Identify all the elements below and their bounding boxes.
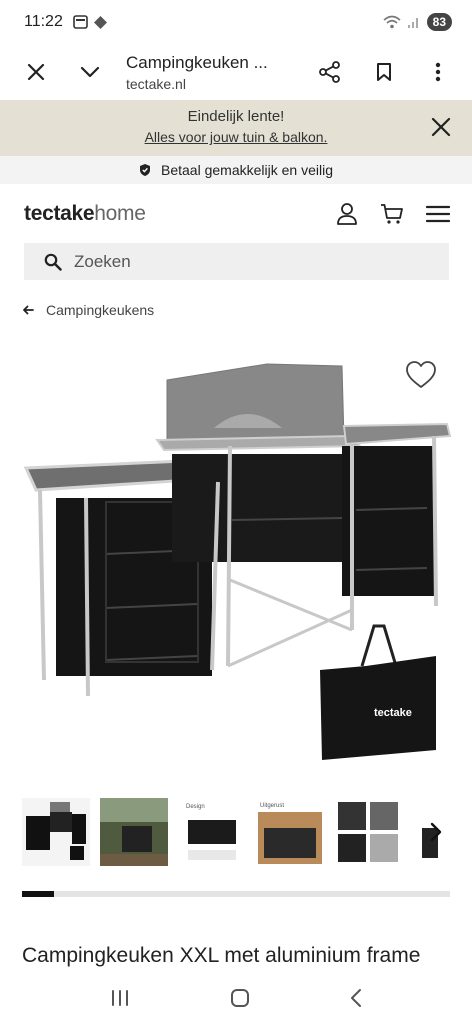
close-icon <box>431 117 451 137</box>
thumbnail[interactable]: Uitgerust <box>256 798 324 866</box>
chevron-right-icon <box>430 822 442 842</box>
home-icon[interactable] <box>229 987 251 1009</box>
thumbnail[interactable] <box>100 798 168 866</box>
breadcrumb[interactable]: Campingkeukens <box>22 302 154 318</box>
secure-payment-banner: Betaal gemakkelijk en veilig <box>0 156 472 184</box>
gallery-progress <box>22 891 450 897</box>
minimize-button[interactable] <box>72 54 108 90</box>
bag-brand-label: tectake <box>374 707 412 719</box>
breadcrumb-label: Campingkeukens <box>46 302 155 318</box>
account-icon[interactable] <box>336 202 358 226</box>
gallery-progress-fill <box>22 891 55 897</box>
gallery-icon <box>73 15 88 29</box>
battery-indicator: 83 <box>426 13 452 31</box>
thumbnail-label: Design <box>186 804 205 810</box>
wishlist-button[interactable] <box>405 360 437 390</box>
promo-title: Eindelijk lente! <box>187 108 285 125</box>
thumbnail-gallery: Design Uitgerust <box>22 798 452 868</box>
back-icon[interactable] <box>349 988 363 1008</box>
promo-banner: Eindelijk lente! Alles voor jouw tuin & … <box>0 100 472 156</box>
bookmark-button[interactable] <box>366 54 402 90</box>
browser-toolbar: Campingkeuken ... tectake.nl <box>0 44 472 100</box>
logo-bold: tectake <box>24 202 95 225</box>
close-tab-button[interactable] <box>18 54 54 90</box>
bookmark-icon <box>377 63 391 81</box>
status-bar: 11:22 83 <box>0 0 472 44</box>
thumbnail[interactable]: Design <box>178 798 246 866</box>
more-options-button[interactable] <box>420 54 456 90</box>
cart-icon[interactable] <box>380 203 404 225</box>
share-icon <box>319 61 340 83</box>
page-title: Campingkeuken ... <box>126 52 268 72</box>
product-image[interactable]: tectake <box>22 350 452 770</box>
search-icon <box>44 253 62 271</box>
app-notification-icon <box>93 15 107 29</box>
search-input[interactable] <box>74 251 394 272</box>
promo-close-button[interactable] <box>428 114 454 140</box>
status-time: 11:22 <box>24 13 63 30</box>
system-navigation-bar <box>0 972 472 1024</box>
product-title: Campingkeuken XXL met aluminium frame <box>22 944 421 967</box>
heart-icon <box>406 361 436 388</box>
thumbnail-label: Uitgerust <box>260 803 284 809</box>
close-icon <box>27 63 45 81</box>
wifi-icon <box>383 15 401 29</box>
share-button[interactable] <box>312 54 348 90</box>
shield-icon <box>140 164 150 176</box>
logo-light: home <box>94 202 146 225</box>
chevron-down-icon <box>80 66 100 78</box>
more-vertical-icon <box>435 62 441 82</box>
address-bar[interactable]: Campingkeuken ... tectake.nl <box>108 53 312 92</box>
secure-payment-text: Betaal gemakkelijk en veilig <box>161 162 333 178</box>
signal-icon <box>407 18 418 28</box>
recent-apps-icon[interactable] <box>109 989 131 1007</box>
thumbnail[interactable] <box>334 798 402 866</box>
hamburger-menu-icon[interactable] <box>426 205 450 223</box>
site-logo[interactable]: tectakehome <box>24 202 146 226</box>
thumbnail-next-button[interactable] <box>424 820 448 844</box>
page-domain: tectake.nl <box>126 75 186 92</box>
site-header: tectakehome <box>0 184 472 244</box>
thumbnail[interactable] <box>22 798 90 866</box>
arrow-left-icon <box>23 305 34 315</box>
search-bar <box>24 243 449 280</box>
promo-link[interactable]: Alles voor jouw tuin & balkon. <box>145 129 328 145</box>
